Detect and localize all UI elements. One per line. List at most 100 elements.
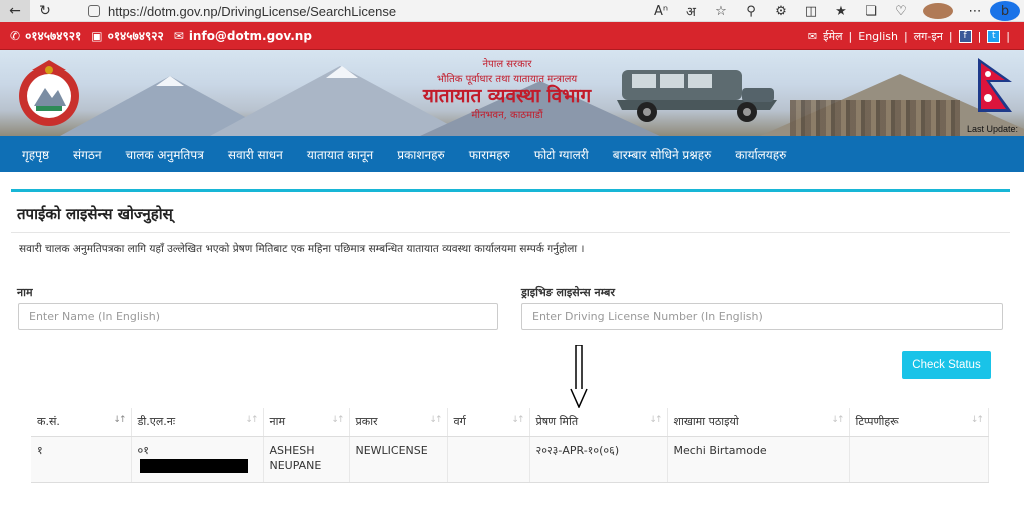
col-remarks-label: टिप्पणीहरू [855, 415, 899, 429]
split-screen-icon[interactable]: ◫ [796, 4, 826, 19]
notice-text: सवारी चालक अनुमतिपत्रका लागि यहाँ उल्लेख… [19, 243, 585, 255]
cell-remarks [849, 436, 989, 483]
sort-icon: ↓↑ [331, 415, 344, 425]
phone-2: ▣ ०१४५७४९२२ [91, 27, 164, 44]
cell-dispatch-date: २०२३-APR-१०(०६) [529, 436, 668, 483]
nav-driving-license[interactable]: चालक अनुमतिपत्र [114, 146, 216, 163]
divider [11, 232, 1010, 233]
license-number-input[interactable] [521, 303, 1003, 330]
table-row: १ ०१ ASHESH NEUPANE NEWLICENSE २०२३-APR-… [31, 436, 989, 483]
sort-icon: ↓↑ [970, 415, 984, 425]
col-dl-number-label: डी.एल.नः [137, 415, 176, 429]
login-link[interactable]: लग-इन [914, 29, 943, 44]
back-arrow-icon[interactable]: ← [0, 0, 30, 22]
sort-icon: ↓↑ [831, 415, 844, 425]
col-remarks[interactable]: टिप्पणीहरू ↓↑ [849, 408, 989, 437]
sort-icon: ↓↑ [245, 415, 258, 425]
phone-icon: ✆ [10, 28, 21, 43]
sort-icon: ↓↑ [649, 415, 662, 425]
separator: | [977, 29, 982, 43]
contact-bar: ✆ ०१४५७४९२१ ▣ ०१४५७४९२२ ✉ info@dotm.gov.… [0, 22, 1024, 50]
snow-peak [326, 66, 358, 78]
nepal-emblem-icon [19, 60, 79, 126]
nav-vehicles[interactable]: सवारी साधन [216, 146, 295, 163]
vintage-car-icon [617, 70, 777, 122]
email-text[interactable]: info@dotm.gov.np [189, 29, 312, 43]
gov-line-4: मीनभवन, काठमाडौं [471, 110, 543, 121]
collections-icon[interactable]: ❏ [856, 4, 886, 19]
phone-2-text: ०१४५७४९२२ [107, 29, 164, 43]
name-label: नाम [17, 286, 33, 299]
gov-line-1: नेपाल सरकार [482, 59, 532, 70]
refresh-icon[interactable]: ↻ [30, 0, 60, 22]
cell-branch: Mechi Birtamode [667, 436, 850, 483]
last-update-label: Last Update: [966, 124, 1018, 134]
favorite-star-icon[interactable]: ☆ [706, 4, 736, 19]
nav-transport-law[interactable]: यातायात कानून [295, 146, 385, 163]
separator: | [948, 29, 953, 43]
email-contact[interactable]: ✉ info@dotm.gov.np [174, 29, 312, 43]
fax-icon: ▣ [91, 28, 103, 43]
nepal-flag-icon [978, 58, 1012, 112]
language-link[interactable]: English [858, 30, 898, 43]
pin-icon[interactable]: ⚲ [736, 4, 766, 19]
bing-icon[interactable]: b [990, 1, 1020, 21]
col-type[interactable]: प्रकार ↓↑ [349, 408, 448, 437]
col-category[interactable]: वर्ग ↓↑ [447, 408, 530, 437]
nav-home[interactable]: गृहपृष्ठ [22, 146, 61, 163]
nav-publications[interactable]: प्रकाशनहरु [385, 146, 457, 163]
check-status-button[interactable]: Check Status [902, 351, 991, 379]
snow-peak [156, 76, 184, 86]
phone-1-text: ०१४५७४९२१ [25, 29, 82, 43]
col-dispatch-date[interactable]: प्रेषण मिति ↓↑ [529, 408, 668, 437]
top-right-links: ✉ ईमेल | English | लग-इन | f | t | [808, 22, 1010, 50]
nav-photo-gallery[interactable]: फोटो ग्यालरी [522, 146, 601, 163]
twitter-icon[interactable]: t [987, 29, 1001, 43]
col-dl-number[interactable]: डी.एल.नः ↓↑ [131, 408, 264, 437]
nav-offices[interactable]: कार्यालयहरु [723, 146, 798, 163]
table-header-row: क.सं. ↓↑ डी.एल.नः ↓↑ नाम ↓↑ प्रकार ↓↑ वर्ग ↓↑… [31, 408, 989, 437]
phone-1: ✆ ०१४५७४९२१ [10, 27, 81, 44]
redacted-block [139, 458, 248, 473]
col-name-label: नाम [269, 415, 286, 429]
col-branch[interactable]: शाखामा पठाइयो ↓↑ [667, 408, 850, 437]
col-category-label: वर्ग [453, 415, 466, 429]
dl-number-prefix: ०१ [137, 443, 149, 457]
address-bar[interactable]: https://dotm.gov.np/DrivingLicense/Searc… [88, 1, 396, 21]
browser-actions: Aⁿ अ ☆ ⚲ ⚙ ◫ ★ ❏ ♡ ⋯ b [646, 0, 1024, 22]
more-menu-icon[interactable]: ⋯ [960, 4, 990, 19]
crowd-image [790, 100, 960, 136]
sort-icon: ↓↑ [113, 415, 126, 425]
main-navigation: गृहपृष्ठ संगठन चालक अनुमतिपत्र सवारी साध… [0, 136, 1024, 172]
name-input[interactable] [18, 303, 498, 330]
envelope-icon: ✉ [807, 29, 818, 43]
col-serial[interactable]: क.सं. ↓↑ [31, 408, 132, 437]
department-title: नेपाल सरकार भौतिक पूर्वाधार तथा यातायात … [412, 56, 602, 121]
url-text[interactable]: https://dotm.gov.np/DrivingLicense/Searc… [108, 4, 396, 19]
nav-forms[interactable]: फारामहरु [457, 146, 522, 163]
col-branch-label: शाखामा पठाइयो [673, 415, 739, 429]
translate-icon[interactable]: अ [676, 2, 706, 20]
separator: | [1006, 29, 1010, 43]
browser-toolbar: ← ↻ https://dotm.gov.np/DrivingLicense/S… [0, 0, 1024, 22]
page-title: तपाईको लाइसेन्स खोज्नुहोस् [17, 205, 173, 223]
nav-organization[interactable]: संगठन [61, 146, 114, 163]
nav-faq[interactable]: बारम्बार सोधिने प्रश्नहरु [601, 146, 724, 163]
read-aloud-icon[interactable]: Aⁿ [646, 4, 676, 19]
cell-dl-number: ०१ [131, 436, 264, 483]
browser-essentials-icon[interactable]: ♡ [886, 4, 916, 19]
email-link[interactable]: ईमेल [823, 29, 842, 44]
extensions-icon[interactable]: ⚙ [766, 4, 796, 19]
license-results-table: क.सं. ↓↑ डी.एल.नः ↓↑ नाम ↓↑ प्रकार ↓↑ वर्ग ↓↑… [31, 408, 989, 483]
envelope-icon: ✉ [173, 28, 184, 43]
favorites-icon[interactable]: ★ [826, 4, 856, 19]
cell-category [447, 436, 530, 483]
separator: | [848, 29, 853, 43]
down-arrow-annotation-icon [570, 345, 588, 409]
col-name[interactable]: नाम ↓↑ [263, 408, 350, 437]
sort-icon: ↓↑ [429, 415, 442, 425]
facebook-icon[interactable]: f [958, 29, 972, 43]
gov-line-3: यातायात व्यवस्था विभाग [422, 85, 592, 107]
cell-name: ASHESH NEUPANE [263, 436, 350, 483]
profile-avatar[interactable] [923, 3, 953, 19]
